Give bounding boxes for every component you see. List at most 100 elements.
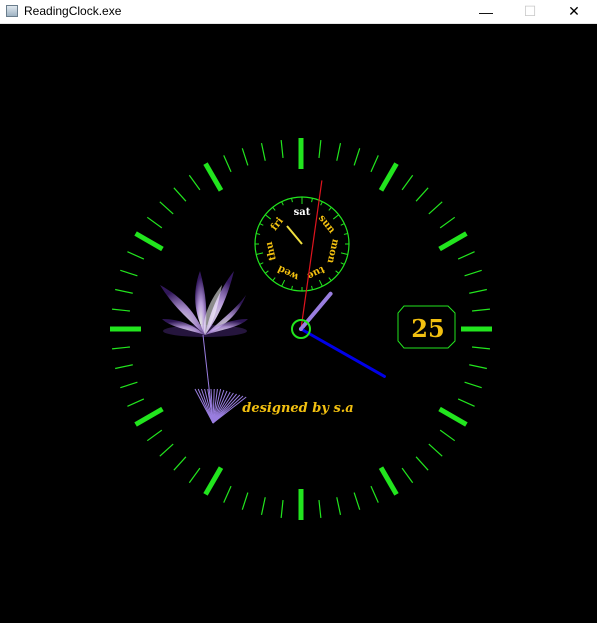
minute-tick bbox=[370, 485, 379, 503]
day-dial-tick bbox=[340, 252, 348, 255]
hour-tick bbox=[203, 466, 224, 496]
lotus-flower-graphic bbox=[160, 271, 248, 424]
close-icon: ✕ bbox=[568, 3, 580, 19]
minute-tick bbox=[370, 155, 379, 173]
minute-tick bbox=[336, 497, 342, 515]
day-dial-labels: satsunmontuewedthufri bbox=[264, 207, 341, 283]
maximize-button[interactable]: ☐ bbox=[507, 0, 553, 23]
minute-tick bbox=[280, 139, 284, 159]
day-label-mon: mon bbox=[324, 238, 340, 265]
title-bar: ReadingClock.exe — ☐ ✕ bbox=[0, 0, 597, 24]
date-window: 25 bbox=[397, 305, 456, 349]
minute-tick bbox=[464, 269, 482, 277]
minute-tick bbox=[471, 346, 491, 350]
close-button[interactable]: ✕ bbox=[551, 0, 597, 23]
hour-tick bbox=[134, 231, 164, 252]
date-value: 25 bbox=[411, 314, 444, 343]
day-dial-tick bbox=[340, 223, 345, 226]
minute-tick bbox=[111, 308, 131, 312]
day-of-week-dial: satsunmontuewedthufri bbox=[254, 196, 350, 292]
minute-tick bbox=[401, 174, 414, 191]
minute-tick bbox=[469, 288, 487, 294]
hour-tick bbox=[438, 406, 468, 427]
day-dial-tick bbox=[291, 285, 293, 290]
minute-tick bbox=[120, 381, 138, 389]
minute-tick bbox=[457, 398, 475, 407]
day-hand bbox=[286, 225, 303, 245]
hour-tick bbox=[134, 406, 164, 427]
app-window-icon bbox=[6, 5, 18, 17]
day-dial-tick bbox=[264, 214, 272, 220]
day-dial-tick bbox=[256, 252, 264, 255]
day-dial-tick bbox=[320, 201, 323, 206]
minute-tick bbox=[260, 143, 266, 161]
clock-face: satsunmontuewedthufri 25 designed by s.a bbox=[110, 138, 492, 520]
center-pin bbox=[299, 327, 303, 331]
minute-tick bbox=[428, 443, 443, 457]
day-dial-tick bbox=[281, 201, 284, 206]
day-dial-tick bbox=[335, 270, 340, 274]
minute-tick bbox=[280, 499, 284, 519]
day-dial-tick bbox=[272, 206, 276, 211]
day-dial-tick bbox=[256, 233, 261, 235]
day-dial-tick bbox=[264, 270, 269, 274]
day-dial-tick bbox=[328, 206, 332, 211]
minute-tick bbox=[401, 467, 414, 484]
minute-tick bbox=[115, 364, 133, 370]
day-label-sat: sat bbox=[294, 207, 311, 218]
minimize-button[interactable]: — bbox=[463, 0, 509, 23]
day-label-sun: sun bbox=[316, 213, 338, 236]
minute-tick bbox=[115, 288, 133, 294]
minute-tick bbox=[223, 155, 232, 173]
minute-tick bbox=[146, 216, 163, 229]
minimize-icon: — bbox=[479, 3, 493, 20]
hour-tick bbox=[378, 466, 399, 496]
minute-tick bbox=[241, 148, 249, 166]
hour-tick bbox=[378, 162, 399, 192]
day-label-wed: wed bbox=[276, 263, 301, 283]
minute-tick bbox=[223, 485, 232, 503]
minute-hand bbox=[299, 327, 386, 378]
minute-tick bbox=[146, 429, 163, 442]
day-dial-tick bbox=[311, 285, 313, 290]
minute-tick bbox=[188, 174, 201, 191]
minute-tick bbox=[471, 308, 491, 312]
day-dial-tick bbox=[328, 277, 332, 282]
minute-tick bbox=[428, 201, 443, 215]
minute-tick bbox=[159, 201, 174, 215]
minute-tick bbox=[127, 398, 145, 407]
hour-tick bbox=[203, 162, 224, 192]
minute-tick bbox=[439, 429, 456, 442]
minute-tick bbox=[469, 364, 487, 370]
day-dial-tick bbox=[281, 279, 286, 287]
day-label-thu: thu bbox=[264, 240, 279, 261]
minute-tick bbox=[241, 492, 249, 510]
minute-tick bbox=[111, 346, 131, 350]
minute-tick bbox=[159, 443, 174, 457]
minute-tick bbox=[127, 251, 145, 260]
minute-tick bbox=[120, 269, 138, 277]
day-dial-tick bbox=[343, 233, 348, 235]
minute-tick bbox=[415, 456, 429, 471]
minute-tick bbox=[173, 187, 187, 202]
minute-tick bbox=[173, 456, 187, 471]
pendulum-fan bbox=[194, 334, 247, 424]
day-dial-tick bbox=[340, 262, 345, 265]
minute-tick bbox=[318, 139, 322, 159]
day-dial-tick bbox=[291, 198, 293, 203]
minute-tick bbox=[318, 499, 322, 519]
day-dial-tick bbox=[311, 198, 313, 203]
minute-tick bbox=[464, 381, 482, 389]
minute-tick bbox=[353, 148, 361, 166]
hour-tick bbox=[438, 231, 468, 252]
minute-tick bbox=[336, 143, 342, 161]
day-dial-tick bbox=[272, 277, 276, 282]
minute-tick bbox=[415, 187, 429, 202]
window-title: ReadingClock.exe bbox=[24, 4, 122, 18]
minute-tick bbox=[188, 467, 201, 484]
minute-tick bbox=[457, 251, 475, 260]
minute-tick bbox=[353, 492, 361, 510]
day-label-fri: fri bbox=[269, 216, 286, 233]
day-dial-tick bbox=[332, 214, 340, 220]
minute-tick bbox=[439, 216, 456, 229]
